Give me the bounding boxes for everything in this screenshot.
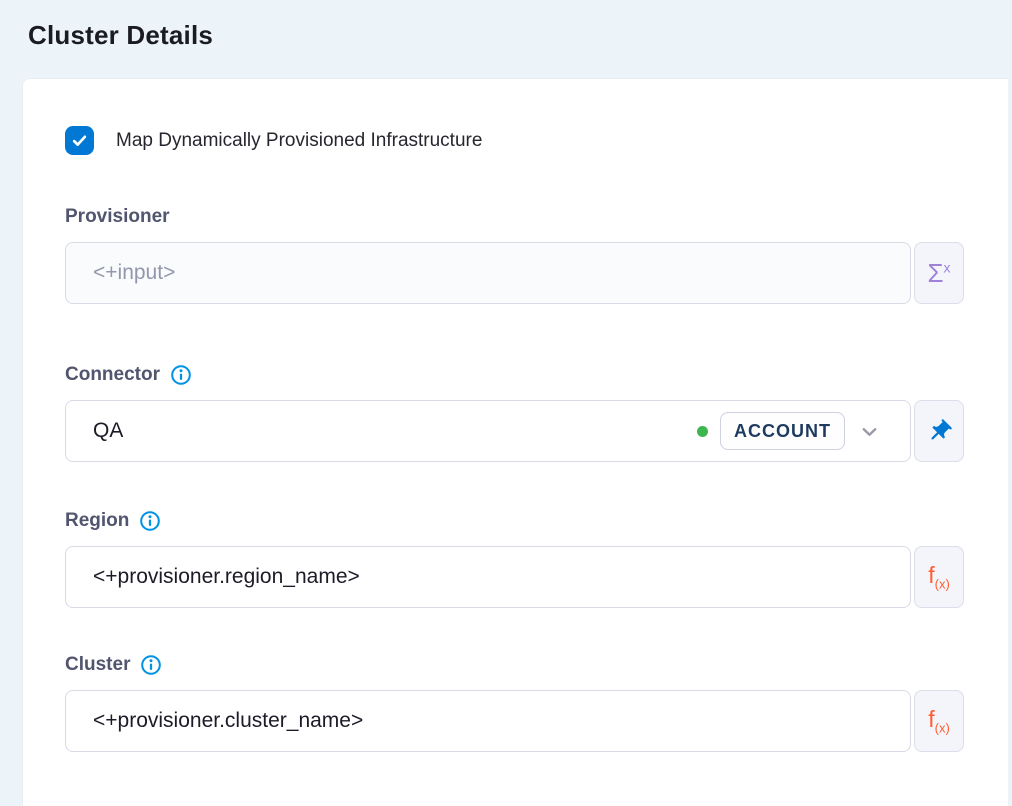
field-region: Region <+provisioner.region_name> f(x)	[65, 510, 964, 608]
connector-pin-button[interactable]	[914, 400, 964, 462]
connector-label: Connector	[65, 364, 160, 386]
checkbox-label: Map Dynamically Provisioned Infrastructu…	[116, 130, 482, 152]
cluster-label: Cluster	[65, 654, 130, 676]
checkmark-icon	[70, 131, 89, 150]
provisioner-label: Provisioner	[65, 206, 170, 228]
fx-expression-icon: f(x)	[928, 564, 950, 591]
map-dynamic-infra-checkbox-row[interactable]: Map Dynamically Provisioned Infrastructu…	[65, 126, 482, 155]
info-icon[interactable]	[170, 364, 192, 386]
region-label: Region	[65, 510, 129, 532]
pin-icon	[926, 418, 953, 445]
region-input-type-button[interactable]: f(x)	[914, 546, 964, 608]
info-icon[interactable]	[140, 654, 162, 676]
connector-input-value: QA	[93, 419, 123, 443]
fx-expression-icon: f(x)	[928, 708, 950, 735]
field-provisioner: Provisioner <+input> Σx	[65, 206, 964, 304]
chevron-down-icon[interactable]	[857, 419, 882, 444]
sigma-expression-icon: Σx	[927, 260, 950, 286]
region-input-value: <+provisioner.region_name>	[93, 565, 360, 589]
provisioner-input-type-button[interactable]: Σx	[914, 242, 964, 304]
provisioner-input-value: <+input>	[93, 261, 175, 285]
provisioner-input[interactable]: <+input>	[65, 242, 911, 304]
connected-status-dot	[697, 426, 708, 437]
checkbox-checked[interactable]	[65, 126, 94, 155]
cluster-input[interactable]: <+provisioner.cluster_name>	[65, 690, 911, 752]
page-header: Cluster Details	[0, 0, 1012, 78]
field-cluster: Cluster <+provisioner.cluster_name> f(x)	[65, 654, 964, 752]
page-title: Cluster Details	[28, 20, 1012, 51]
cluster-input-value: <+provisioner.cluster_name>	[93, 709, 363, 733]
cluster-details-card: Map Dynamically Provisioned Infrastructu…	[22, 78, 1008, 806]
info-icon[interactable]	[139, 510, 161, 532]
field-connector: Connector QA ACCOUNT	[65, 364, 964, 462]
cluster-input-type-button[interactable]: f(x)	[914, 690, 964, 752]
region-input[interactable]: <+provisioner.region_name>	[65, 546, 911, 608]
connector-input[interactable]: QA ACCOUNT	[65, 400, 911, 462]
connector-scope-badge[interactable]: ACCOUNT	[720, 412, 845, 450]
